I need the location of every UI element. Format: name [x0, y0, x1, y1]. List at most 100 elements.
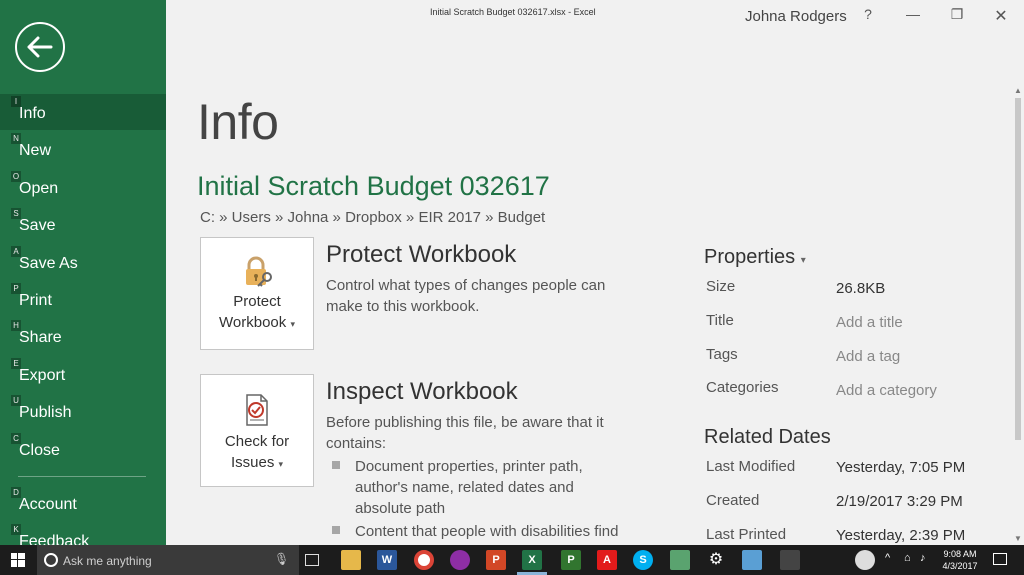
volume-icon[interactable]: ♪ — [920, 552, 926, 564]
protect-heading: Protect Workbook — [326, 241, 517, 268]
app-icon[interactable] — [742, 550, 762, 570]
backstage-nav: I Info N New O Open S Save A Save As P P… — [0, 0, 166, 545]
issues-button-label-2: Issues — [230, 454, 275, 471]
windows-start-icon[interactable] — [11, 553, 25, 572]
properties-heading: Properties — [704, 246, 796, 268]
nav-label: Export — [19, 367, 66, 384]
app-icon[interactable] — [780, 550, 800, 570]
prop-label-size: Size — [706, 278, 736, 295]
protect-button-line-2: Workbook ▾ — [201, 312, 313, 335]
inspect-bullet: Document properties, printer path, autho… — [355, 458, 583, 517]
inspect-heading: Inspect Workbook — [326, 378, 518, 405]
protect-button-label-2: Workbook — [219, 314, 287, 331]
user-account-name[interactable]: Johna Rodgers — [745, 8, 847, 25]
page-title: Info — [197, 94, 279, 150]
file-explorer-icon[interactable] — [341, 550, 361, 570]
nav-item-new[interactable]: N New — [0, 131, 166, 167]
nav-item-print[interactable]: P Print — [0, 281, 166, 317]
nav-item-info[interactable]: I Info — [0, 94, 166, 130]
document-check-icon — [201, 391, 313, 431]
nav-label: Info — [19, 105, 46, 122]
microphone-icon[interactable]: 🎙 — [274, 552, 289, 566]
system-clock[interactable]: 9:08 AM 4/3/2017 — [940, 548, 980, 572]
nav-item-publish[interactable]: U Publish — [0, 393, 166, 429]
nav-label: Publish — [19, 404, 72, 421]
bullet-marker — [332, 461, 340, 469]
prop-value-size: 26.8KB — [836, 280, 886, 297]
chevron-down-icon: ▾ — [278, 459, 284, 469]
powerpoint-app-icon[interactable]: P — [486, 550, 506, 570]
protect-button-label-1: Protect — [233, 293, 281, 310]
date-value-created: 2/19/2017 3:29 PM — [836, 493, 963, 510]
notifications-icon[interactable] — [993, 553, 1007, 565]
date-value-printed: Yesterday, 2:39 PM — [836, 527, 966, 544]
protect-workbook-button[interactable]: Protect Workbook ▾ — [200, 237, 314, 350]
clock-date: 4/3/2017 — [942, 561, 978, 571]
window-title: Initial Scratch Budget 032617.xlsx - Exc… — [430, 7, 596, 17]
inspect-bullet: Content that people with disabilities fi… — [355, 523, 619, 540]
close-icon[interactable]: ✕ — [991, 6, 1011, 26]
nav-label: Share — [19, 329, 62, 346]
prop-label-categories: Categories — [706, 379, 779, 396]
check-for-issues-button[interactable]: Check for Issues ▾ — [200, 374, 314, 487]
prop-value-title[interactable]: Add a title — [836, 314, 903, 331]
taskbar: Ask me anything 🎙 W P X P A S ⚙ ^ ⌂ ♪ 9:… — [0, 545, 1024, 575]
app-icon[interactable] — [670, 550, 690, 570]
chevron-down-icon: ▾ — [290, 319, 295, 329]
date-value-modified: Yesterday, 7:05 PM — [836, 459, 966, 476]
bullet-marker — [332, 526, 340, 534]
nav-label: Feedback — [19, 533, 90, 545]
chevron-down-icon: ▾ — [800, 255, 806, 266]
chrome-icon[interactable] — [414, 550, 434, 570]
nav-item-account[interactable]: D Account — [0, 485, 166, 521]
prop-label-title: Title — [706, 312, 734, 329]
prop-value-tags[interactable]: Add a tag — [836, 348, 900, 365]
cortana-icon — [44, 553, 58, 567]
onenote-app-icon[interactable] — [450, 550, 470, 570]
settings-gear-icon[interactable]: ⚙ — [706, 550, 726, 570]
restore-icon[interactable]: ❐ — [947, 6, 967, 23]
nav-label: Open — [19, 180, 59, 197]
acrobat-app-icon[interactable]: A — [597, 550, 617, 570]
nav-label: Print — [19, 292, 52, 309]
chevron-up-icon[interactable]: ^ — [885, 552, 890, 564]
scroll-up-icon[interactable]: ▲ — [1014, 86, 1022, 95]
project-app-icon[interactable]: P — [561, 550, 581, 570]
properties-dropdown[interactable]: Properties ▾ — [704, 246, 806, 269]
network-icon[interactable]: ⌂ — [904, 552, 911, 564]
issues-button-line-2: Issues ▾ — [201, 452, 313, 475]
nav-item-save-as[interactable]: A Save As — [0, 244, 166, 280]
nav-item-save[interactable]: S Save — [0, 206, 166, 242]
prop-value-categories[interactable]: Add a category — [836, 382, 937, 399]
help-icon[interactable]: ? — [858, 6, 878, 22]
nav-item-close[interactable]: C Close — [0, 431, 166, 467]
vertical-scrollbar[interactable]: ▲ ▼ — [1012, 84, 1024, 545]
nav-label: Save — [19, 217, 56, 234]
task-view-icon[interactable] — [305, 554, 319, 566]
minimize-icon[interactable]: — — [903, 6, 923, 22]
date-label-printed: Last Printed — [706, 526, 787, 543]
nav-label: Close — [19, 442, 60, 459]
nav-label: Save As — [19, 255, 78, 272]
back-arrow-icon[interactable] — [15, 22, 65, 72]
nav-item-open[interactable]: O Open — [0, 169, 166, 205]
scroll-thumb[interactable] — [1015, 98, 1021, 440]
inspect-description: Before publishing this file, be aware th… — [326, 414, 604, 452]
search-placeholder: Ask me anything — [63, 554, 152, 568]
taskbar-search[interactable]: Ask me anything 🎙 — [37, 545, 299, 575]
nav-item-export[interactable]: E Export — [0, 356, 166, 392]
date-label-modified: Last Modified — [706, 458, 796, 475]
nav-divider — [18, 476, 146, 477]
date-label-created: Created — [706, 492, 760, 509]
protect-description: Control what types of changes people can… — [326, 277, 606, 315]
clock-app-icon[interactable] — [855, 550, 875, 570]
issues-button-label-1: Check for — [224, 433, 290, 450]
excel-app-icon[interactable]: X — [522, 550, 542, 570]
nav-item-share[interactable]: H Share — [0, 318, 166, 354]
scroll-down-icon[interactable]: ▼ — [1014, 534, 1022, 543]
clock-time: 9:08 AM — [943, 549, 977, 559]
word-app-icon[interactable]: W — [377, 550, 397, 570]
nav-item-feedback[interactable]: K Feedback — [0, 522, 166, 545]
file-path-breadcrumb[interactable]: C: » Users » Johna » Dropbox » EIR 2017 … — [200, 209, 545, 226]
skype-app-icon[interactable]: S — [633, 550, 653, 570]
